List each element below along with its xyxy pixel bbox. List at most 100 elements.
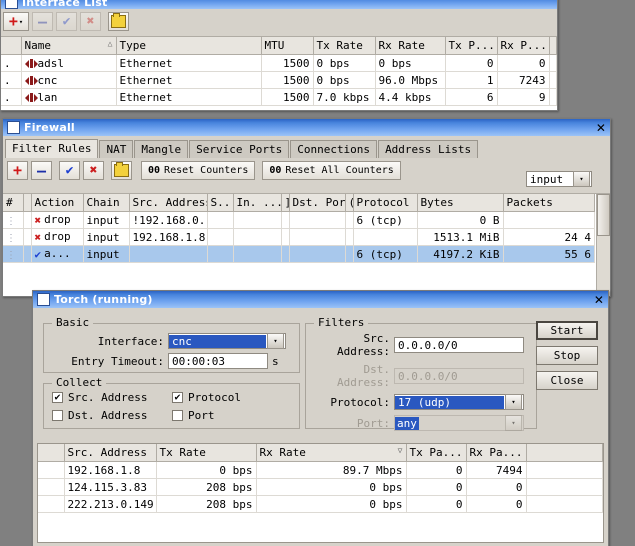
collect-src-address-checkbox[interactable]: ✔ Src. Address (52, 391, 172, 404)
torch-titlebar[interactable]: Torch (running) ✕ (33, 291, 608, 308)
table-row[interactable]: 192.168.1.8 0 bps 89.7 Mbps 0 7494 (38, 461, 603, 479)
table-row[interactable]: 124.115.3.83 208 bps 0 bps 0 0 (38, 478, 603, 496)
tab-nat[interactable]: NAT (99, 140, 134, 158)
col-paren[interactable]: ( (345, 194, 354, 212)
firewall-titlebar[interactable]: Firewall ✕ (3, 119, 610, 136)
table-row[interactable]: . cnc Ethernet 1500 0 bps 96.0 Mbps 1 72… (1, 71, 557, 89)
col-dst-port[interactable]: Dst. Port (289, 194, 346, 212)
close-button[interactable]: Close (536, 371, 598, 390)
torch-title: Torch (running) (54, 293, 153, 306)
comment-interface-button[interactable] (108, 12, 129, 31)
protocol-dropdown[interactable]: 17 (udp) ▾ (394, 394, 524, 410)
col-rx-packets[interactable]: Rx P... (497, 37, 550, 55)
col-type[interactable]: Type (116, 37, 262, 55)
close-icon[interactable]: ✕ (592, 293, 606, 307)
table-row[interactable]: 222.213.0.149 208 bps 0 bps 0 0 (38, 495, 603, 513)
chevron-down-icon[interactable]: ▾ (267, 333, 284, 349)
table-row[interactable]: . adsl Ethernet 1500 0 bps 0 bps 0 0 (1, 54, 557, 72)
checkbox-box (172, 410, 183, 421)
collect-dst-address-checkbox[interactable]: Dst. Address (52, 409, 172, 422)
col-name[interactable]: Name △ (21, 37, 117, 55)
dst-address-label: Dst. Address: (337, 363, 390, 389)
counter-badge: 00 (269, 165, 282, 176)
col-mtu[interactable]: MTU (261, 37, 314, 55)
disable-rule-button[interactable]: ✖ (83, 161, 104, 180)
col-src-address[interactable]: Src. Address (64, 444, 157, 462)
cell-rx-packets: 0 (466, 495, 527, 513)
chevron-down-icon[interactable]: ▾ (505, 394, 522, 410)
running-indicator-icon (24, 76, 38, 85)
table-row[interactable]: . lan Ethernet 1500 7.0 kbps 4.4 kbps 6 … (1, 88, 557, 106)
col-rx-rate[interactable]: Rx Rate (375, 37, 446, 55)
src-address-input[interactable]: 0.0.0.0/0 (394, 337, 524, 353)
col-chain[interactable]: Chain (83, 194, 130, 212)
reset-counters-label: Reset Counters (164, 165, 249, 176)
cell-paren (345, 228, 354, 246)
col-tx-rate[interactable]: Tx Rate (156, 444, 257, 462)
tab-mangle[interactable]: Mangle (134, 140, 189, 158)
col-icon[interactable] (23, 194, 32, 212)
collect-port-checkbox[interactable]: Port (172, 409, 292, 422)
col-filler[interactable] (526, 444, 603, 462)
col-tx-packets[interactable]: Tx Pa... (406, 444, 467, 462)
add-rule-button[interactable]: + (7, 161, 28, 180)
tab-connections[interactable]: Connections (290, 140, 378, 158)
scrollbar-thumb[interactable] (597, 194, 610, 236)
col-protocol[interactable]: Protocol (353, 194, 418, 212)
interface-list-window: Interface List + ▾ – ✔ ✖ Name △ Type MTU… (0, 0, 558, 111)
disable-interface-button[interactable]: ✖ (80, 12, 101, 31)
cell-protocol: 6 (tcp) (353, 211, 418, 229)
firewall-vertical-scrollbar[interactable] (596, 194, 610, 296)
collect-protocol-checkbox[interactable]: ✔ Protocol (172, 391, 292, 404)
collect-group: Collect ✔ Src. Address ✔ Protocol Dst. A… (43, 376, 300, 429)
cell-number: ⋮ (3, 211, 24, 229)
remove-rule-button[interactable]: – (31, 161, 52, 180)
col-tx-rate[interactable]: Tx Rate (313, 37, 376, 55)
stop-button[interactable]: Stop (536, 346, 598, 365)
cell-action: ✖ drop (31, 211, 84, 229)
start-button[interactable]: Start (536, 321, 598, 340)
interface-list-titlebar[interactable]: Interface List (1, 0, 557, 9)
cell-rx-rate: 89.7 Mbps (256, 461, 407, 479)
col-out[interactable]: ] (281, 194, 290, 212)
tab-address-lists[interactable]: Address Lists (378, 140, 479, 158)
running-indicator-icon (24, 59, 38, 68)
col-flag[interactable] (1, 37, 22, 55)
tab-service-ports[interactable]: Service Ports (189, 140, 290, 158)
comment-rule-button[interactable] (111, 161, 132, 180)
remove-interface-button[interactable]: – (32, 12, 53, 31)
port-dropdown[interactable]: any ▾ (394, 415, 524, 431)
enable-interface-button[interactable]: ✔ (56, 12, 77, 31)
col-row-marker[interactable] (38, 444, 65, 462)
col-filler[interactable] (549, 37, 557, 55)
col-packets[interactable]: Packets (503, 194, 595, 212)
cell-tx-rate: 7.0 kbps (313, 88, 376, 106)
close-icon[interactable]: ✕ (594, 121, 608, 135)
col-number[interactable]: # (3, 194, 24, 212)
dst-address-input[interactable]: 0.0.0.0/0 (394, 368, 524, 384)
col-action[interactable]: Action (31, 194, 84, 212)
chain-filter-dropdown[interactable]: input ▾ (526, 171, 592, 187)
add-interface-button[interactable]: + ▾ (3, 12, 29, 31)
cell-rx-rate: 0 bps (375, 54, 446, 72)
table-row[interactable]: ⋮ ✔ a... input 6 (tcp) 4197.2 KiB 55 6 (3, 245, 595, 263)
chevron-down-icon[interactable]: ▾ (505, 415, 522, 431)
tab-filter-rules[interactable]: Filter Rules (5, 139, 99, 158)
interface-dropdown[interactable]: cnc ▾ (168, 333, 286, 349)
col-rx-rate[interactable]: Rx Rate ▽ (256, 444, 407, 462)
table-row[interactable]: ⋮ ✖drop input !192.168.0.... 6 (tcp) 0 B (3, 211, 595, 229)
entry-timeout-input[interactable]: 00:00:03 (168, 353, 268, 369)
chevron-down-icon[interactable]: ▾ (573, 171, 590, 187)
reset-all-counters-button[interactable]: 00 Reset All Counters (262, 161, 401, 180)
cell-icon (23, 211, 32, 229)
col-src-port[interactable]: S.. (207, 194, 234, 212)
reset-counters-button[interactable]: 00 Reset Counters (141, 161, 256, 180)
enable-rule-button[interactable]: ✔ (59, 161, 80, 180)
col-in-interface[interactable]: In. ... (233, 194, 282, 212)
col-bytes[interactable]: Bytes (417, 194, 504, 212)
interface-list-title: Interface List (22, 0, 108, 9)
col-src-address[interactable]: Src. Address (129, 194, 208, 212)
col-rx-packets[interactable]: Rx Pa... (466, 444, 527, 462)
table-row[interactable]: ⋮ ✖ drop input 192.168.1.8 1513.1 MiB 24 … (3, 228, 595, 246)
col-tx-packets[interactable]: Tx P... (445, 37, 498, 55)
